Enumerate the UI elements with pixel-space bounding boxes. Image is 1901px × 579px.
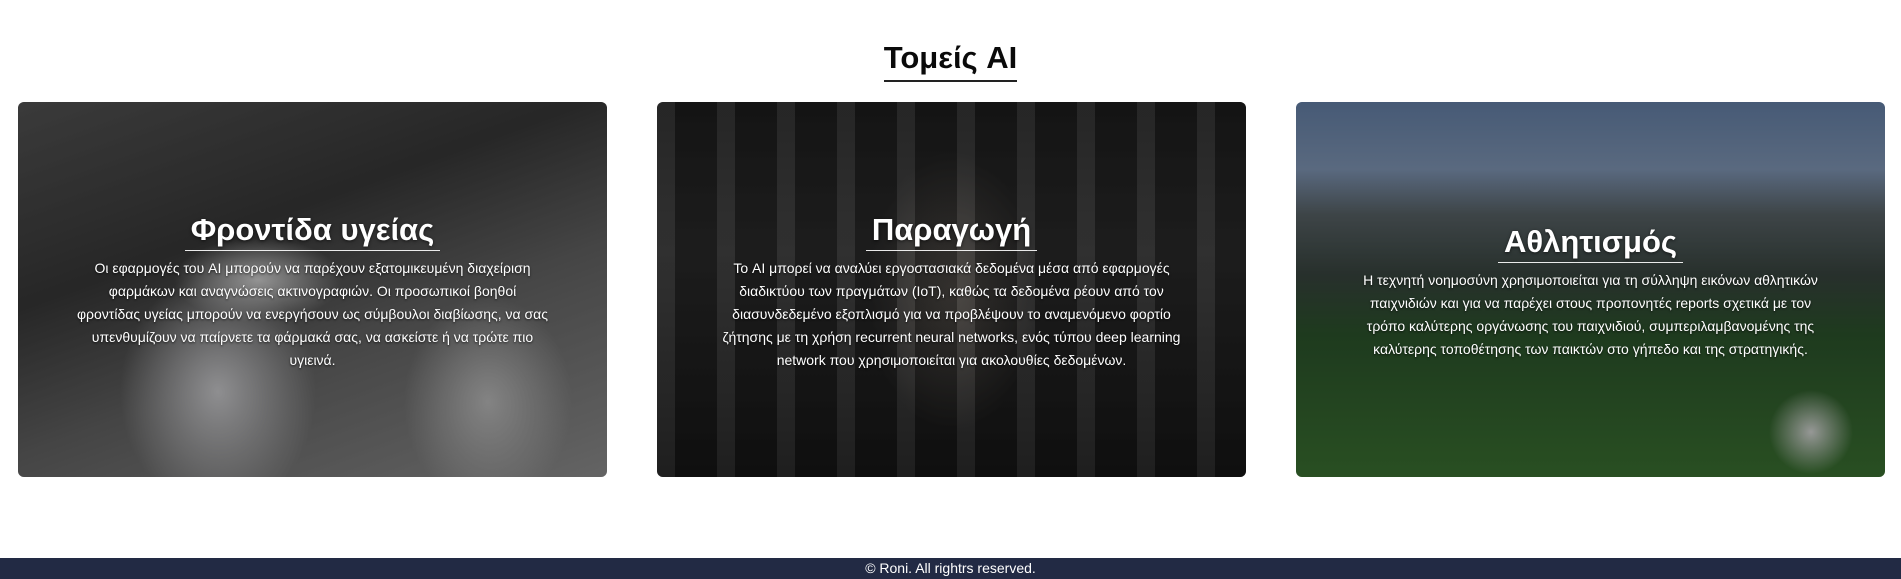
production-title: Παραγωγή [865,212,1038,251]
healthcare-content: Φροντίδα υγείας Οι εφαρμογές του AI μπορ… [18,212,607,372]
production-text: Το AI μπορεί να αναλύει εργοστασιακά δεδ… [722,260,1181,368]
card-healthcare: Φροντίδα υγείας Οι εφαρμογές του AI μπορ… [18,102,607,477]
footer-copyright: © Roni. All rightrs reserved. [865,560,1036,576]
production-content: Παραγωγή Το AI μπορεί να αναλύει εργοστα… [657,212,1246,372]
sports-title: Αθλητισμός [1498,224,1683,263]
footer: © Roni. All rightrs reserved. [0,558,1901,579]
sports-content: Αθλητισμός Η τεχνητή νοημοσύνη χρησιμοπο… [1296,224,1885,361]
section-heading: Τομείς AI [0,40,1901,82]
healthcare-text: Οι εφαρμογές του AI μπορούν να παρέχουν … [76,260,549,368]
healthcare-title: Φροντίδα υγείας [184,212,441,251]
card-production: Παραγωγή Το AI μπορεί να αναλύει εργοστα… [657,102,1246,477]
section-title: Τομείς AI [883,40,1018,82]
card-sports: Αθλητισμός Η τεχνητή νοημοσύνη χρησιμοπο… [1296,102,1885,477]
sports-text: Η τεχνητή νοημοσύνη χρησιμοποιείται για … [1363,272,1818,357]
